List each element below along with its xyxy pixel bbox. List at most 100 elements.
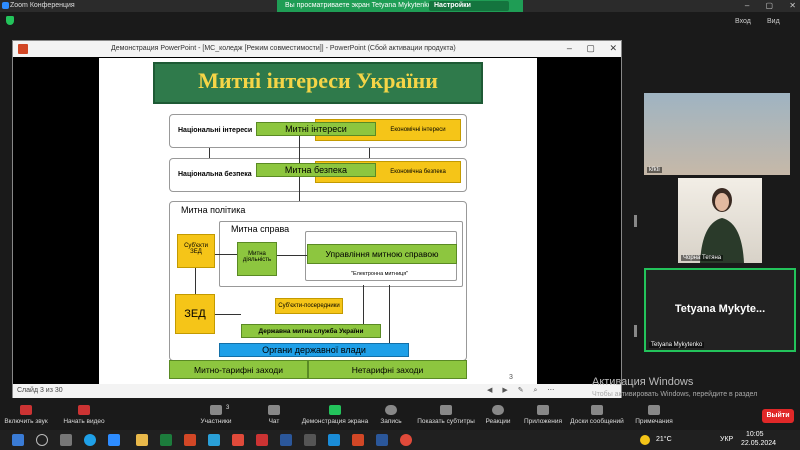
nontariff-measures-box: Нетарифні заходи bbox=[308, 360, 467, 379]
participants-count-badge: 3 bbox=[226, 405, 230, 411]
chat-button[interactable]: Чат bbox=[262, 405, 286, 425]
telegram-icon[interactable] bbox=[208, 434, 220, 446]
close-icon[interactable]: ✕ bbox=[789, 1, 796, 10]
view-options-button[interactable]: Настройки просмотра bbox=[429, 1, 509, 19]
prev-slide-icon[interactable]: ◀ bbox=[487, 387, 492, 394]
captions-icon bbox=[440, 405, 452, 415]
clock-date[interactable]: 22.05.2024 bbox=[741, 440, 776, 447]
reactions-button[interactable]: Реакции bbox=[482, 405, 514, 425]
excel-icon[interactable] bbox=[160, 434, 172, 446]
weather-icon[interactable] bbox=[640, 435, 650, 445]
customs-security-box: Митна безпека bbox=[256, 163, 376, 177]
arrow-line bbox=[215, 254, 237, 255]
leave-meeting-button[interactable]: Выйти bbox=[762, 409, 794, 423]
electronic-customs-label: "Електронна митниця" bbox=[351, 271, 409, 277]
app-icon[interactable] bbox=[304, 434, 316, 446]
state-customs-service-box: Державна митна служба України bbox=[241, 324, 381, 338]
slide-title: Митні інтереси України bbox=[198, 68, 438, 93]
participant-tile-classroom[interactable]: kfkti bbox=[644, 93, 790, 175]
zed-box: ЗЕД bbox=[175, 294, 215, 334]
arrow-line bbox=[215, 314, 241, 315]
activation-watermark-title: Активация Windows bbox=[592, 376, 694, 388]
powerpoint-app-icon[interactable] bbox=[184, 434, 196, 446]
arrow-line bbox=[195, 268, 196, 294]
reactions-icon bbox=[492, 405, 504, 415]
search-icon[interactable] bbox=[36, 434, 48, 446]
customs-interests-box: Митні інтереси bbox=[256, 122, 376, 136]
zoom-top-bar bbox=[0, 12, 800, 32]
pen-icon[interactable]: ✎ bbox=[518, 387, 524, 394]
connector-line bbox=[299, 177, 300, 201]
participants-icon bbox=[210, 405, 222, 415]
zoom-slide-icon[interactable]: ⌕ bbox=[534, 387, 538, 394]
zed-subjects-box: Суб'єкти ЗЕД bbox=[177, 234, 215, 268]
ppt-minimize-icon[interactable]: – bbox=[567, 43, 572, 53]
slide: Митні інтереси України Національні інтер… bbox=[99, 58, 537, 384]
connector-line bbox=[369, 148, 370, 158]
microphone-muted-icon bbox=[20, 405, 32, 415]
word-document-icon[interactable] bbox=[376, 434, 388, 446]
task-view-icon[interactable] bbox=[60, 434, 72, 446]
national-security-label: Національна безпека bbox=[178, 171, 252, 178]
language-indicator[interactable]: УКР bbox=[720, 436, 733, 443]
opera-icon[interactable] bbox=[256, 434, 268, 446]
pdf-icon[interactable] bbox=[352, 434, 364, 446]
start-video-button[interactable]: Начать видео bbox=[60, 405, 108, 425]
scroll-handle[interactable] bbox=[634, 215, 637, 227]
ppt-titlebar: Демонстрация PowerPoint - [МС_коледж [Ре… bbox=[13, 41, 621, 57]
powerpoint-window: Демонстрация PowerPoint - [МС_коледж [Ре… bbox=[12, 40, 622, 398]
participant-tile-teacher[interactable]: Чорна Тетяна bbox=[678, 178, 762, 263]
arrow-line bbox=[389, 285, 390, 343]
chrome-icon[interactable] bbox=[232, 434, 244, 446]
customs-affairs-label: Митна справа bbox=[231, 224, 290, 234]
ppt-close-icon[interactable]: ✕ bbox=[609, 43, 617, 53]
edge-browser-icon[interactable] bbox=[84, 434, 96, 446]
captions-button[interactable]: Показать субтитры bbox=[414, 405, 478, 425]
next-slide-icon[interactable]: ▶ bbox=[502, 387, 507, 394]
ppt-maximize-icon[interactable]: ▢ bbox=[586, 43, 595, 53]
view-button[interactable]: Вид bbox=[767, 18, 780, 25]
share-banner-text: Вы просматриваете экран Tetyana Mykytenk… bbox=[285, 2, 432, 9]
chrome-window-icon[interactable] bbox=[400, 434, 412, 446]
participant-tile-self[interactable]: Tetyana Mykyte... Tetyana Mykytenko bbox=[644, 268, 796, 352]
minimize-icon[interactable]: – bbox=[745, 1, 749, 10]
participant-name: Чорна Тетяна bbox=[681, 255, 724, 261]
arrow-line bbox=[277, 255, 307, 256]
connector-line bbox=[299, 136, 300, 163]
customs-activity-box: Митна діяльність bbox=[237, 242, 277, 276]
record-button[interactable]: Запись bbox=[376, 405, 406, 425]
slide-statusbar: Слайд 3 из 30 ◀ ▶ ✎ ⌕ ⋯ bbox=[13, 384, 621, 398]
zoom-logo-icon bbox=[2, 2, 9, 9]
security-shield-icon[interactable] bbox=[6, 16, 14, 25]
participants-button[interactable]: Участники bbox=[196, 405, 236, 425]
maximize-icon[interactable]: ▢ bbox=[766, 1, 774, 10]
share-screen-button[interactable]: Демонстрация экрана bbox=[300, 405, 370, 425]
enter-button[interactable]: Вход bbox=[735, 18, 751, 25]
slide-navigation: ◀ ▶ ✎ ⌕ ⋯ bbox=[487, 386, 562, 395]
zoom-titlebar: Zoom Конференция Вы просматриваете экран… bbox=[0, 0, 800, 19]
weather-temperature: 21°C bbox=[656, 436, 672, 443]
participant-name: kfkti bbox=[647, 167, 662, 173]
participant-name: Tetyana Mykytenko bbox=[649, 342, 705, 348]
notes-button[interactable]: Примечания bbox=[632, 405, 676, 425]
apps-button[interactable]: Приложения bbox=[520, 405, 566, 425]
scroll-handle[interactable] bbox=[634, 325, 637, 337]
record-icon bbox=[385, 405, 397, 415]
zoom-app-icon[interactable] bbox=[108, 434, 120, 446]
ppt-window-title: Демонстрация PowerPoint - [МС_коледж [Ре… bbox=[111, 45, 456, 52]
national-interests-label: Національні інтереси bbox=[178, 127, 253, 134]
tariff-measures-box: Митно-тарифні заходи bbox=[169, 360, 308, 379]
intermediaries-box: Суб'єкти-посередники bbox=[275, 298, 343, 314]
clock-time[interactable]: 10:05 bbox=[746, 431, 764, 438]
notes-icon bbox=[648, 405, 660, 415]
more-options-icon[interactable]: ⋯ bbox=[547, 387, 554, 394]
share-banner: Вы просматриваете экран Tetyana Mykytenk… bbox=[277, 0, 523, 19]
word-icon[interactable] bbox=[280, 434, 292, 446]
file-explorer-icon[interactable] bbox=[136, 434, 148, 446]
whiteboard-button[interactable]: Доски сообщений bbox=[568, 405, 626, 425]
slide-page-number: 3 bbox=[509, 374, 513, 381]
mail-icon[interactable] bbox=[328, 434, 340, 446]
mute-button[interactable]: Включить звук bbox=[4, 405, 48, 425]
window-controls: – ▢ ✕ bbox=[731, 1, 796, 10]
windows-start-icon[interactable] bbox=[12, 434, 24, 446]
